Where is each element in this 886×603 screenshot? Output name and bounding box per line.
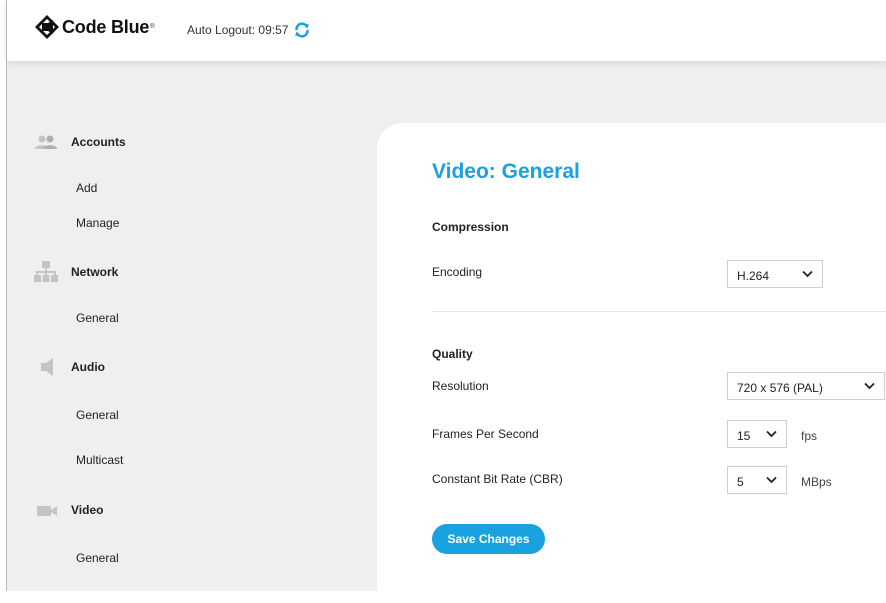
users-icon bbox=[35, 135, 57, 149]
sidebar-item-audio-multicast[interactable]: Multicast bbox=[76, 453, 123, 467]
sidebar-item-accounts-manage[interactable]: Manage bbox=[76, 216, 119, 230]
brand-trademark: ® bbox=[150, 24, 155, 30]
auto-logout-timer: Auto Logout: 09:57 bbox=[187, 22, 310, 38]
auto-logout-label: Auto Logout: 09:57 bbox=[187, 23, 289, 37]
network-icon bbox=[34, 261, 58, 282]
encoding-select[interactable]: H.264 bbox=[727, 260, 823, 288]
sidebar-item-network-general[interactable]: General bbox=[76, 311, 119, 325]
section-compression-title: Compression bbox=[432, 220, 509, 234]
page-title: Video: General bbox=[432, 160, 580, 183]
resolution-select[interactable]: 720 x 576 (PAL) bbox=[727, 372, 885, 400]
cbr-unit: MBps bbox=[801, 475, 832, 489]
brand-name: Code Blue bbox=[62, 16, 150, 37]
sidebar-nav: Accounts Add Manage Network General Audi… bbox=[7, 120, 377, 591]
refresh-icon[interactable] bbox=[294, 22, 310, 38]
sidebar-group-audio[interactable]: Audio bbox=[71, 360, 105, 374]
brand-logo[interactable]: Code Blue ® bbox=[34, 14, 155, 40]
code-blue-logo-icon bbox=[35, 15, 59, 39]
sidebar-item-video-general[interactable]: General bbox=[76, 551, 119, 565]
chevron-down-icon bbox=[802, 270, 813, 278]
sidebar-item-audio-general[interactable]: General bbox=[76, 408, 119, 422]
cbr-label: Constant Bit Rate (CBR) bbox=[432, 472, 563, 486]
encoding-value: H.264 bbox=[737, 269, 770, 283]
fps-unit: fps bbox=[801, 429, 818, 443]
cbr-value: 5 bbox=[737, 475, 744, 489]
sidebar-item-accounts-add[interactable]: Add bbox=[76, 181, 97, 195]
chevron-down-icon bbox=[766, 476, 777, 484]
top-header: Code Blue ® Auto Logout: 09:57 bbox=[7, 0, 886, 61]
chevron-down-icon bbox=[864, 382, 875, 390]
section-divider bbox=[432, 311, 886, 312]
resolution-label: Resolution bbox=[432, 379, 489, 393]
section-quality-title: Quality bbox=[432, 347, 473, 361]
fps-select[interactable]: 15 bbox=[727, 420, 787, 448]
cbr-select[interactable]: 5 bbox=[727, 466, 787, 494]
sidebar-group-network[interactable]: Network bbox=[71, 265, 118, 279]
chevron-down-icon bbox=[766, 430, 777, 438]
sidebar-group-video[interactable]: Video bbox=[71, 503, 103, 517]
window-left-edge bbox=[0, 0, 7, 591]
encoding-label: Encoding bbox=[432, 265, 483, 279]
speaker-icon bbox=[41, 358, 53, 376]
fps-value: 15 bbox=[737, 429, 751, 443]
save-changes-button[interactable]: Save Changes bbox=[432, 524, 545, 554]
main-content-panel: Video: General Compression Encoding H.26… bbox=[377, 123, 886, 603]
resolution-value: 720 x 576 (PAL) bbox=[737, 381, 823, 395]
sidebar-group-accounts[interactable]: Accounts bbox=[71, 135, 126, 149]
fps-label: Frames Per Second bbox=[432, 427, 539, 441]
video-camera-icon bbox=[37, 506, 57, 516]
